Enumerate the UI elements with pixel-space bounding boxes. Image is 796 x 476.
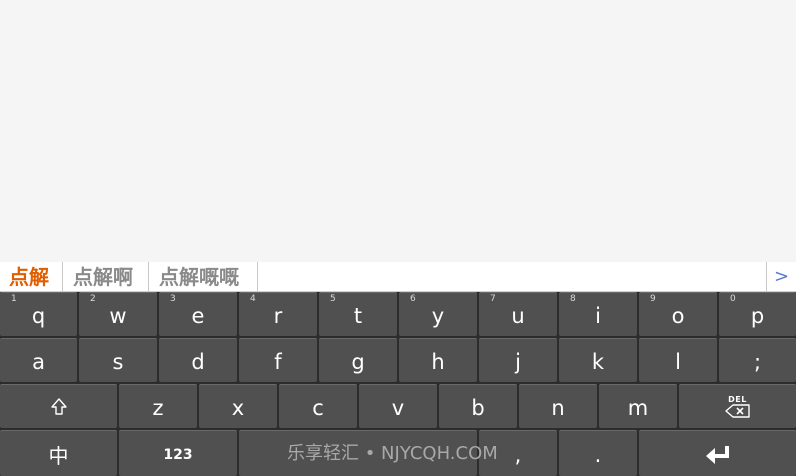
key-s[interactable]: s — [79, 338, 157, 382]
key-q[interactable]: 1q — [0, 292, 77, 336]
key-label: j — [515, 349, 521, 374]
shift-key[interactable] — [0, 384, 117, 428]
key-h[interactable]: h — [399, 338, 477, 382]
key-u[interactable]: 7u — [479, 292, 557, 336]
key-label: o — [671, 303, 685, 328]
key-label: b — [471, 395, 485, 420]
candidate-item[interactable]: 点解 — [0, 262, 63, 292]
key-label: p — [750, 303, 765, 328]
key-hint: 6 — [410, 294, 416, 304]
key-label: k — [591, 349, 605, 374]
key-e[interactable]: 3e — [159, 292, 237, 336]
key-hint: 4 — [250, 294, 256, 304]
chevron-right-icon: > — [773, 266, 790, 287]
key-label: l — [675, 349, 681, 374]
soft-keyboard: 1q 2w 3e 4r 5t 6y 7u 8i 9o 0p a s d f g … — [0, 292, 796, 476]
enter-arrow-icon — [705, 445, 729, 464]
key-label: s — [112, 349, 124, 374]
key-n[interactable]: n — [519, 384, 597, 428]
language-switch-key[interactable]: 中 — [0, 430, 117, 476]
key-z[interactable]: z — [119, 384, 197, 428]
key-hint: 0 — [730, 294, 736, 304]
space-key[interactable] — [239, 430, 477, 476]
key-g[interactable]: g — [319, 338, 397, 382]
key-l[interactable]: l — [639, 338, 717, 382]
key-d[interactable]: d — [159, 338, 237, 382]
key-j[interactable]: j — [479, 338, 557, 382]
delete-label: DEL — [728, 395, 747, 404]
comma-key[interactable]: , — [479, 430, 557, 476]
key-hint: 1 — [11, 294, 17, 304]
key-label: c — [312, 395, 324, 420]
key-w[interactable]: 2w — [79, 292, 157, 336]
key-label: n — [551, 395, 565, 420]
key-x[interactable]: x — [199, 384, 277, 428]
candidate-item[interactable]: 点解嘅嘅 — [149, 262, 258, 292]
candidate-bar: 点解 点解啊 点解嘅嘅 > — [0, 262, 796, 292]
key-label: ; — [753, 349, 762, 374]
key-label: m — [627, 395, 649, 420]
key-label: y — [431, 303, 445, 328]
candidate-item[interactable]: 点解啊 — [63, 262, 149, 292]
key-f[interactable]: f — [239, 338, 317, 382]
key-label: 中 — [48, 444, 69, 468]
backspace-icon — [724, 404, 750, 418]
key-label: . — [594, 442, 602, 467]
key-label: i — [595, 303, 601, 328]
key-hint: 2 — [90, 294, 96, 304]
key-label: h — [431, 349, 445, 374]
key-hint: 8 — [570, 294, 576, 304]
key-v[interactable]: v — [359, 384, 437, 428]
key-hint: 9 — [650, 294, 656, 304]
key-label: w — [109, 303, 127, 328]
key-label: v — [391, 395, 405, 420]
key-o[interactable]: 9o — [639, 292, 717, 336]
key-k[interactable]: k — [559, 338, 637, 382]
key-hint: 3 — [170, 294, 176, 304]
key-b[interactable]: b — [439, 384, 517, 428]
key-label: g — [351, 349, 365, 374]
key-i[interactable]: 8i — [559, 292, 637, 336]
more-candidates-button[interactable]: > — [766, 262, 796, 292]
enter-key[interactable] — [639, 430, 796, 476]
key-hint: 7 — [490, 294, 496, 304]
key-t[interactable]: 5t — [319, 292, 397, 336]
key-p[interactable]: 0p — [719, 292, 796, 336]
key-label: z — [152, 395, 164, 420]
key-label: , — [514, 442, 522, 467]
key-semicolon[interactable]: ; — [719, 338, 796, 382]
key-r[interactable]: 4r — [239, 292, 317, 336]
key-label: x — [231, 395, 245, 420]
key-label: 123 — [163, 446, 193, 463]
key-label: r — [273, 303, 283, 328]
key-a[interactable]: a — [0, 338, 77, 382]
key-label: q — [31, 303, 46, 328]
key-label: t — [353, 303, 363, 328]
key-label: e — [191, 303, 205, 328]
key-c[interactable]: c — [279, 384, 357, 428]
key-label: a — [32, 349, 45, 374]
key-hint: 5 — [330, 294, 336, 304]
delete-key[interactable]: DEL — [679, 384, 796, 428]
shift-arrow-icon — [50, 397, 67, 415]
key-label: u — [511, 303, 525, 328]
numbers-key[interactable]: 123 — [119, 430, 237, 476]
key-label: f — [274, 349, 282, 374]
key-label: d — [191, 349, 205, 374]
key-y[interactable]: 6y — [399, 292, 477, 336]
text-content-area[interactable] — [0, 0, 796, 262]
key-m[interactable]: m — [599, 384, 677, 428]
period-key[interactable]: . — [559, 430, 637, 476]
